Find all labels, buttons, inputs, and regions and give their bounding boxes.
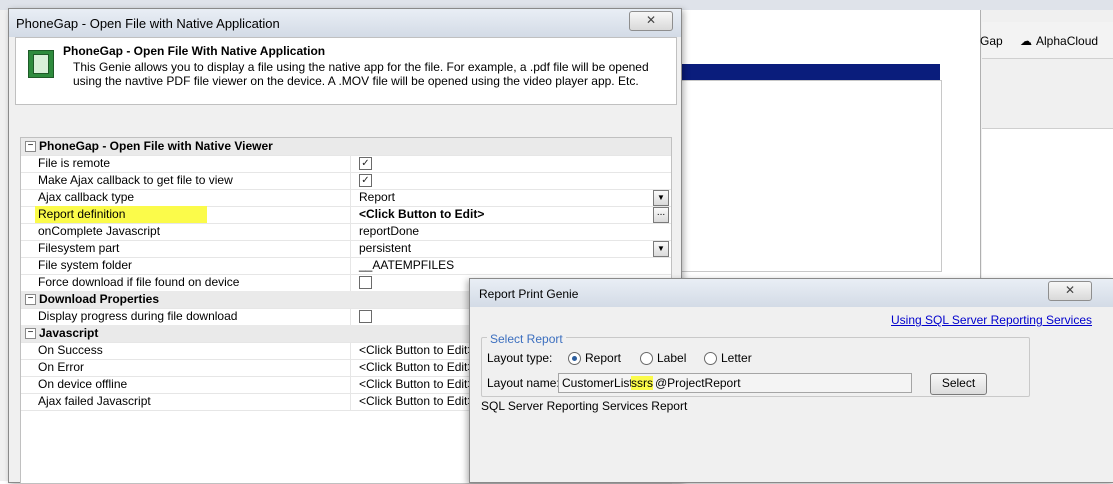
property-row-filesystem-part: Filesystem part persistent ▼ (21, 240, 671, 258)
property-value-text: <Click Button to Edit> (359, 207, 485, 221)
property-name: Force download if file found on device (38, 275, 240, 289)
close-button[interactable]: ✕ (629, 11, 673, 31)
property-value-text: <Click Button to Edit> (359, 377, 475, 391)
report-definition-value[interactable]: <Click Button to Edit> ... (350, 206, 671, 223)
genie-icon (28, 50, 54, 78)
report-dialog-title: Report Print Genie (479, 287, 579, 301)
force-download-checkbox[interactable] (359, 276, 372, 289)
group-legend: Select Report (487, 332, 566, 346)
toolbar-item-alphacloud[interactable]: AlphaCloud (1036, 34, 1098, 48)
layout-name-suffix: @ProjectReport (655, 376, 741, 390)
select-button[interactable]: Select (930, 373, 987, 395)
radio-indicator[interactable] (568, 352, 581, 365)
background-content-area (676, 80, 942, 272)
property-name: File system folder (38, 258, 133, 272)
property-name: On Error (38, 360, 85, 374)
layout-name-field[interactable]: CustomerList2. ssrs @ProjectReport (558, 373, 912, 393)
property-name: On device offline (38, 377, 128, 391)
property-row-report-definition: Report definition <Click Button to Edit>… (21, 206, 671, 224)
property-row-ajax-callback: Make Ajax callback to get file to view ✓ (21, 172, 671, 190)
property-value-text: __AATEMPFILES (359, 258, 455, 272)
background-selected-bar (676, 64, 940, 80)
report-dialog-titlebar[interactable]: Report Print Genie ✕ (470, 279, 1113, 307)
ajax-callback-type-dropdown[interactable]: Report ▼ (350, 189, 671, 206)
ajax-callback-checkbox[interactable]: ✓ (359, 174, 372, 187)
radio-label: Report (585, 351, 622, 365)
category-label: Download Properties (39, 292, 160, 306)
file-is-remote-checkbox[interactable]: ✓ (359, 157, 372, 170)
property-value-text: <Click Button to Edit> (359, 360, 475, 374)
category-native-viewer[interactable]: − PhoneGap - Open File with Native Viewe… (21, 138, 671, 156)
background-right-area (982, 128, 1113, 279)
layout-name-label: Layout name: (487, 376, 560, 390)
category-label: PhoneGap - Open File with Native Viewer (39, 139, 273, 153)
collapse-icon[interactable]: − (25, 141, 36, 152)
property-row-oncomplete: onComplete Javascript reportDone (21, 223, 671, 241)
property-row-file-is-remote: File is remote ✓ (21, 155, 671, 173)
property-value: ✓ (350, 172, 671, 189)
property-name: Filesystem part (38, 241, 120, 255)
collapse-icon[interactable]: − (25, 294, 36, 305)
property-row-ajax-callback-type: Ajax callback type Report ▼ (21, 189, 671, 207)
property-value-text: <Click Button to Edit> (359, 394, 475, 408)
property-value: ✓ (350, 155, 671, 172)
radio-indicator[interactable] (640, 352, 653, 365)
report-type-status: SQL Server Reporting Services Report (481, 399, 688, 413)
property-name: Ajax failed Javascript (38, 394, 151, 408)
property-value-text: reportDone (359, 224, 420, 238)
radio-label: Label (657, 351, 687, 365)
close-button[interactable]: ✕ (1048, 281, 1092, 301)
property-name: Ajax callback type (38, 190, 135, 204)
ellipsis-icon[interactable]: ... (653, 207, 669, 223)
property-name: Report definition (38, 207, 126, 221)
phonegap-titlebar[interactable]: PhoneGap - Open File with Native Applica… (9, 9, 681, 37)
property-name: onComplete Javascript (38, 224, 161, 238)
display-progress-checkbox[interactable] (359, 310, 372, 323)
phonegap-dialog-title: PhoneGap - Open File with Native Applica… (16, 16, 280, 31)
layout-name-highlight: ssrs (631, 376, 653, 390)
property-name: Display progress during file download (38, 309, 238, 323)
dropdown-value: persistent (359, 241, 412, 255)
file-system-folder-field[interactable]: __AATEMPFILES (350, 257, 671, 274)
property-name: On Success (38, 343, 103, 357)
report-print-genie-dialog: Report Print Genie ✕ Using SQL Server Re… (469, 278, 1113, 483)
property-value-text: <Click Button to Edit> (359, 343, 475, 357)
dropdown-value: Report (359, 190, 396, 204)
cloud-icon: ☁ (1020, 34, 1032, 48)
property-name: File is remote (38, 156, 111, 170)
oncomplete-javascript-field[interactable]: reportDone (350, 223, 671, 240)
genie-header: PhoneGap - Open File With Native Applica… (15, 37, 677, 105)
ssrs-help-link[interactable]: Using SQL Server Reporting Services (891, 313, 1092, 327)
property-row-file-system-folder: File system folder __AATEMPFILES (21, 257, 671, 275)
background-toolbar: Gap ☁ AlphaCloud (980, 22, 1113, 59)
toolbar-item-gap[interactable]: Gap (980, 34, 1003, 48)
genie-header-description: This Genie allows you to display a file … (73, 60, 649, 88)
layout-type-label: Layout type: (487, 351, 553, 365)
select-report-group: Select Report Layout type: Report Label … (481, 332, 1030, 397)
radio-label: Letter (721, 351, 752, 365)
filesystem-part-dropdown[interactable]: persistent ▼ (350, 240, 671, 257)
collapse-icon[interactable]: − (25, 328, 36, 339)
property-name: Make Ajax callback to get file to view (38, 173, 233, 187)
chevron-down-icon[interactable]: ▼ (653, 241, 669, 257)
genie-header-title: PhoneGap - Open File With Native Applica… (63, 44, 326, 58)
chevron-down-icon[interactable]: ▼ (653, 190, 669, 206)
radio-indicator[interactable] (704, 352, 717, 365)
category-label: Javascript (39, 326, 99, 340)
report-dialog-body: Using SQL Server Reporting Services Sele… (474, 307, 1110, 482)
